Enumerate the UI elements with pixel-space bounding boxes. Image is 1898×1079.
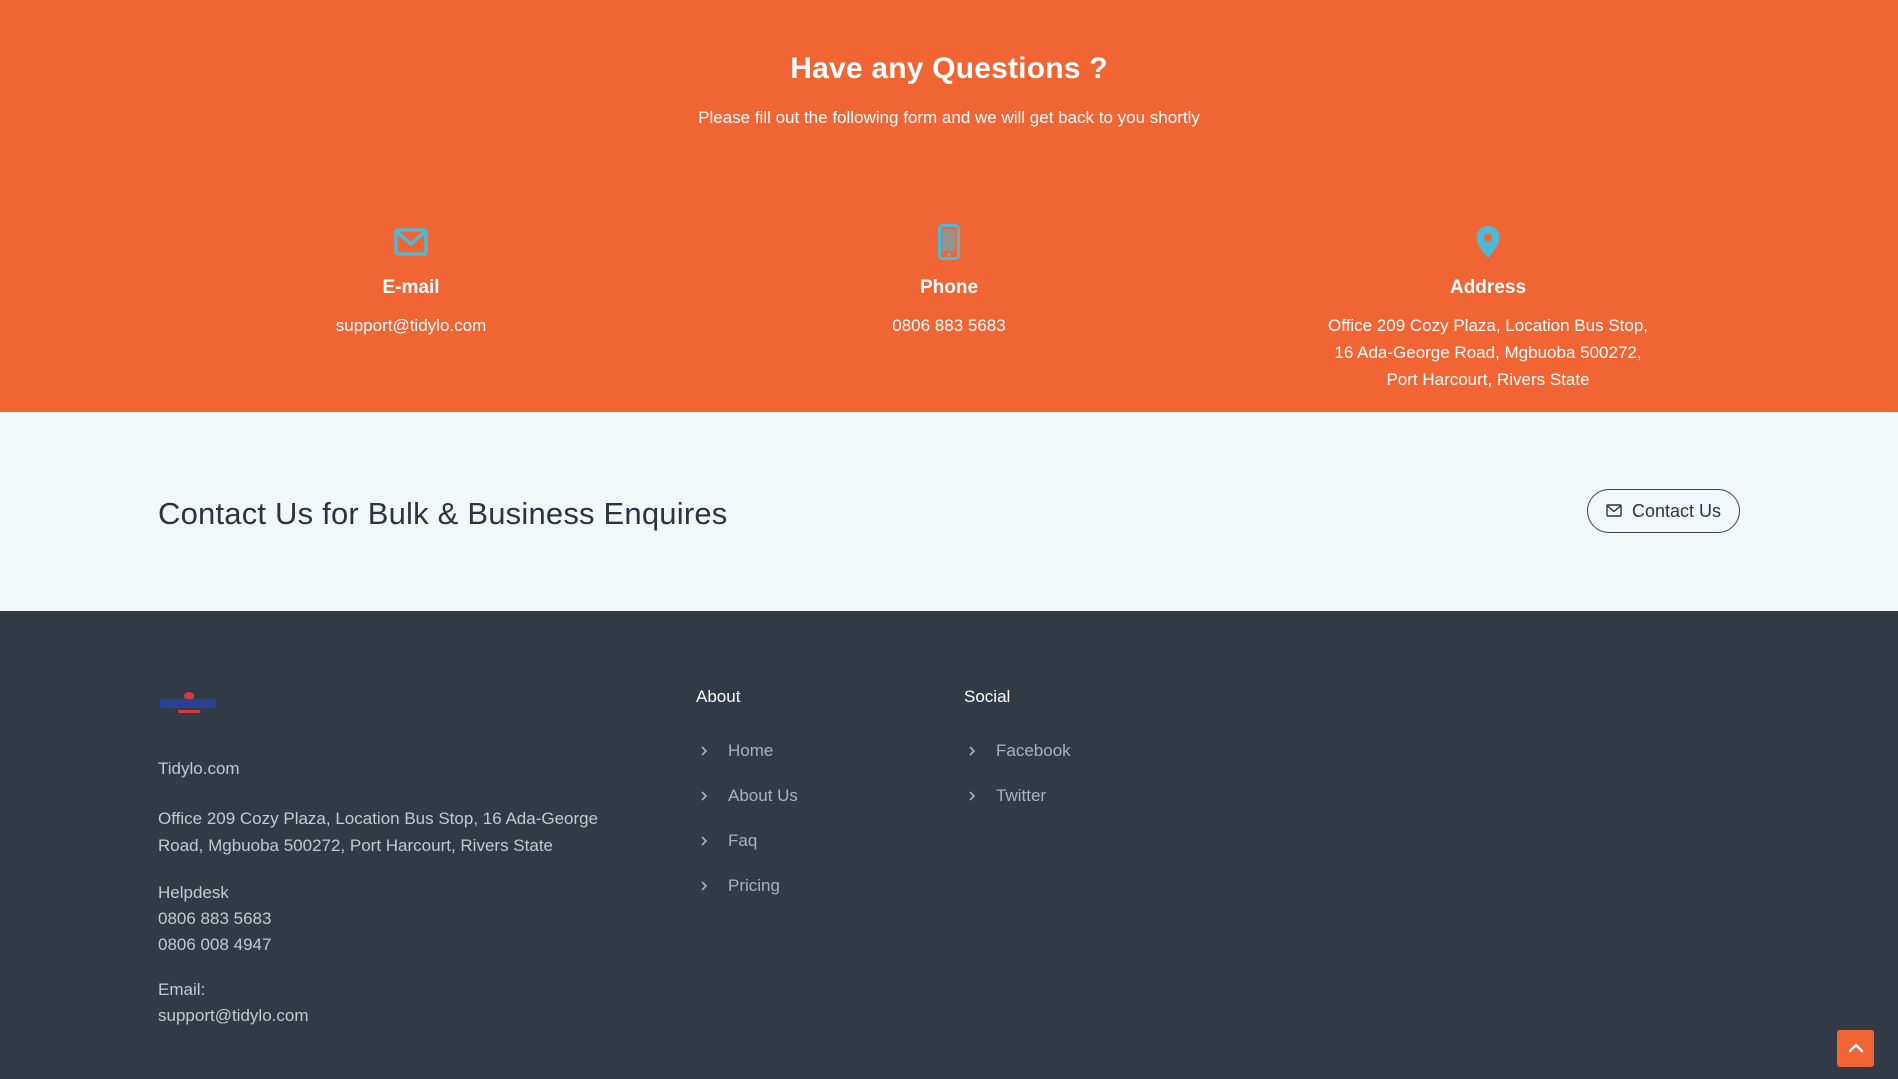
chevron-right-icon [964,745,996,757]
footer: Tidylo.com Office 209 Cozy Plaza, Locati… [0,611,1898,1079]
footer-email-label: Email: [158,980,206,999]
chevron-right-icon [964,790,996,802]
envelope-icon [1606,501,1622,522]
phone-value[interactable]: 0806 883 5683 [739,312,1159,339]
enquiries-section: Contact Us for Bulk & Business Enquires … [0,412,1898,611]
footer-email-value[interactable]: support@tidylo.com [158,1003,309,1029]
questions-subtitle: Please fill out the following form and w… [698,108,1200,127]
footer-link-label: Facebook [996,740,1071,760]
about-heading: About [696,687,741,706]
chevron-right-icon [696,745,728,757]
footer-link-home[interactable]: Home [696,728,798,773]
contact-us-label: Contact Us [1631,500,1722,521]
footer-link-label: About Us [728,785,798,805]
questions-title: Have any Questions ? [790,52,1108,85]
mobile-phone-icon [739,222,1159,262]
brand-name: Tidylo.com [158,759,240,778]
phone-label: Phone [919,277,979,298]
chevron-right-icon [696,790,728,802]
helpdesk-phone-1[interactable]: 0806 883 5683 [158,906,271,932]
tidylo-logo[interactable] [158,687,218,717]
footer-link-label: Faq [728,830,758,850]
helpdesk-label: Helpdesk [158,883,229,902]
chevron-right-icon [696,880,728,892]
social-links: Facebook Twitter [964,728,1071,818]
footer-link-facebook[interactable]: Facebook [964,728,1071,773]
footer-link-faq[interactable]: Faq [696,818,798,863]
footer-link-twitter[interactable]: Twitter [964,773,1071,818]
address-info: Address Office 209 Cozy Plaza, Location … [1278,222,1698,393]
footer-link-about-us[interactable]: About Us [696,773,798,818]
chevron-up-icon [1848,1040,1864,1058]
map-pin-icon [1278,222,1698,262]
contact-us-button[interactable]: Contact Us [1587,489,1740,533]
helpdesk: Helpdesk 0806 883 5683 0806 008 4947 [158,880,271,958]
footer-link-pricing[interactable]: Pricing [696,863,798,908]
email-label: E-mail [382,277,440,298]
address-label: Address [1449,277,1527,298]
address-value: Office 209 Cozy Plaza, Location Bus Stop… [1327,316,1649,389]
scroll-to-top-button[interactable] [1837,1030,1874,1067]
questions-section: Have any Questions ? Please fill out the… [0,0,1898,412]
email-value[interactable]: support@tidylo.com [201,312,621,339]
footer-link-label: Twitter [996,785,1047,805]
envelope-icon [201,222,621,262]
footer-email: Email: support@tidylo.com [158,977,309,1029]
footer-link-label: Home [728,740,774,760]
footer-address: Office 209 Cozy Plaza, Location Bus Stop… [158,809,599,855]
about-links: Home About Us Faq Pricing [696,728,798,908]
chevron-right-icon [696,835,728,847]
footer-link-label: Pricing [728,875,780,895]
helpdesk-phone-2[interactable]: 0806 008 4947 [158,932,271,958]
email-info: E-mail support@tidylo.com [201,222,621,339]
enquiries-title: Contact Us for Bulk & Business Enquires [158,496,728,531]
social-heading: Social [964,687,1011,706]
phone-info: Phone 0806 883 5683 [739,222,1159,339]
